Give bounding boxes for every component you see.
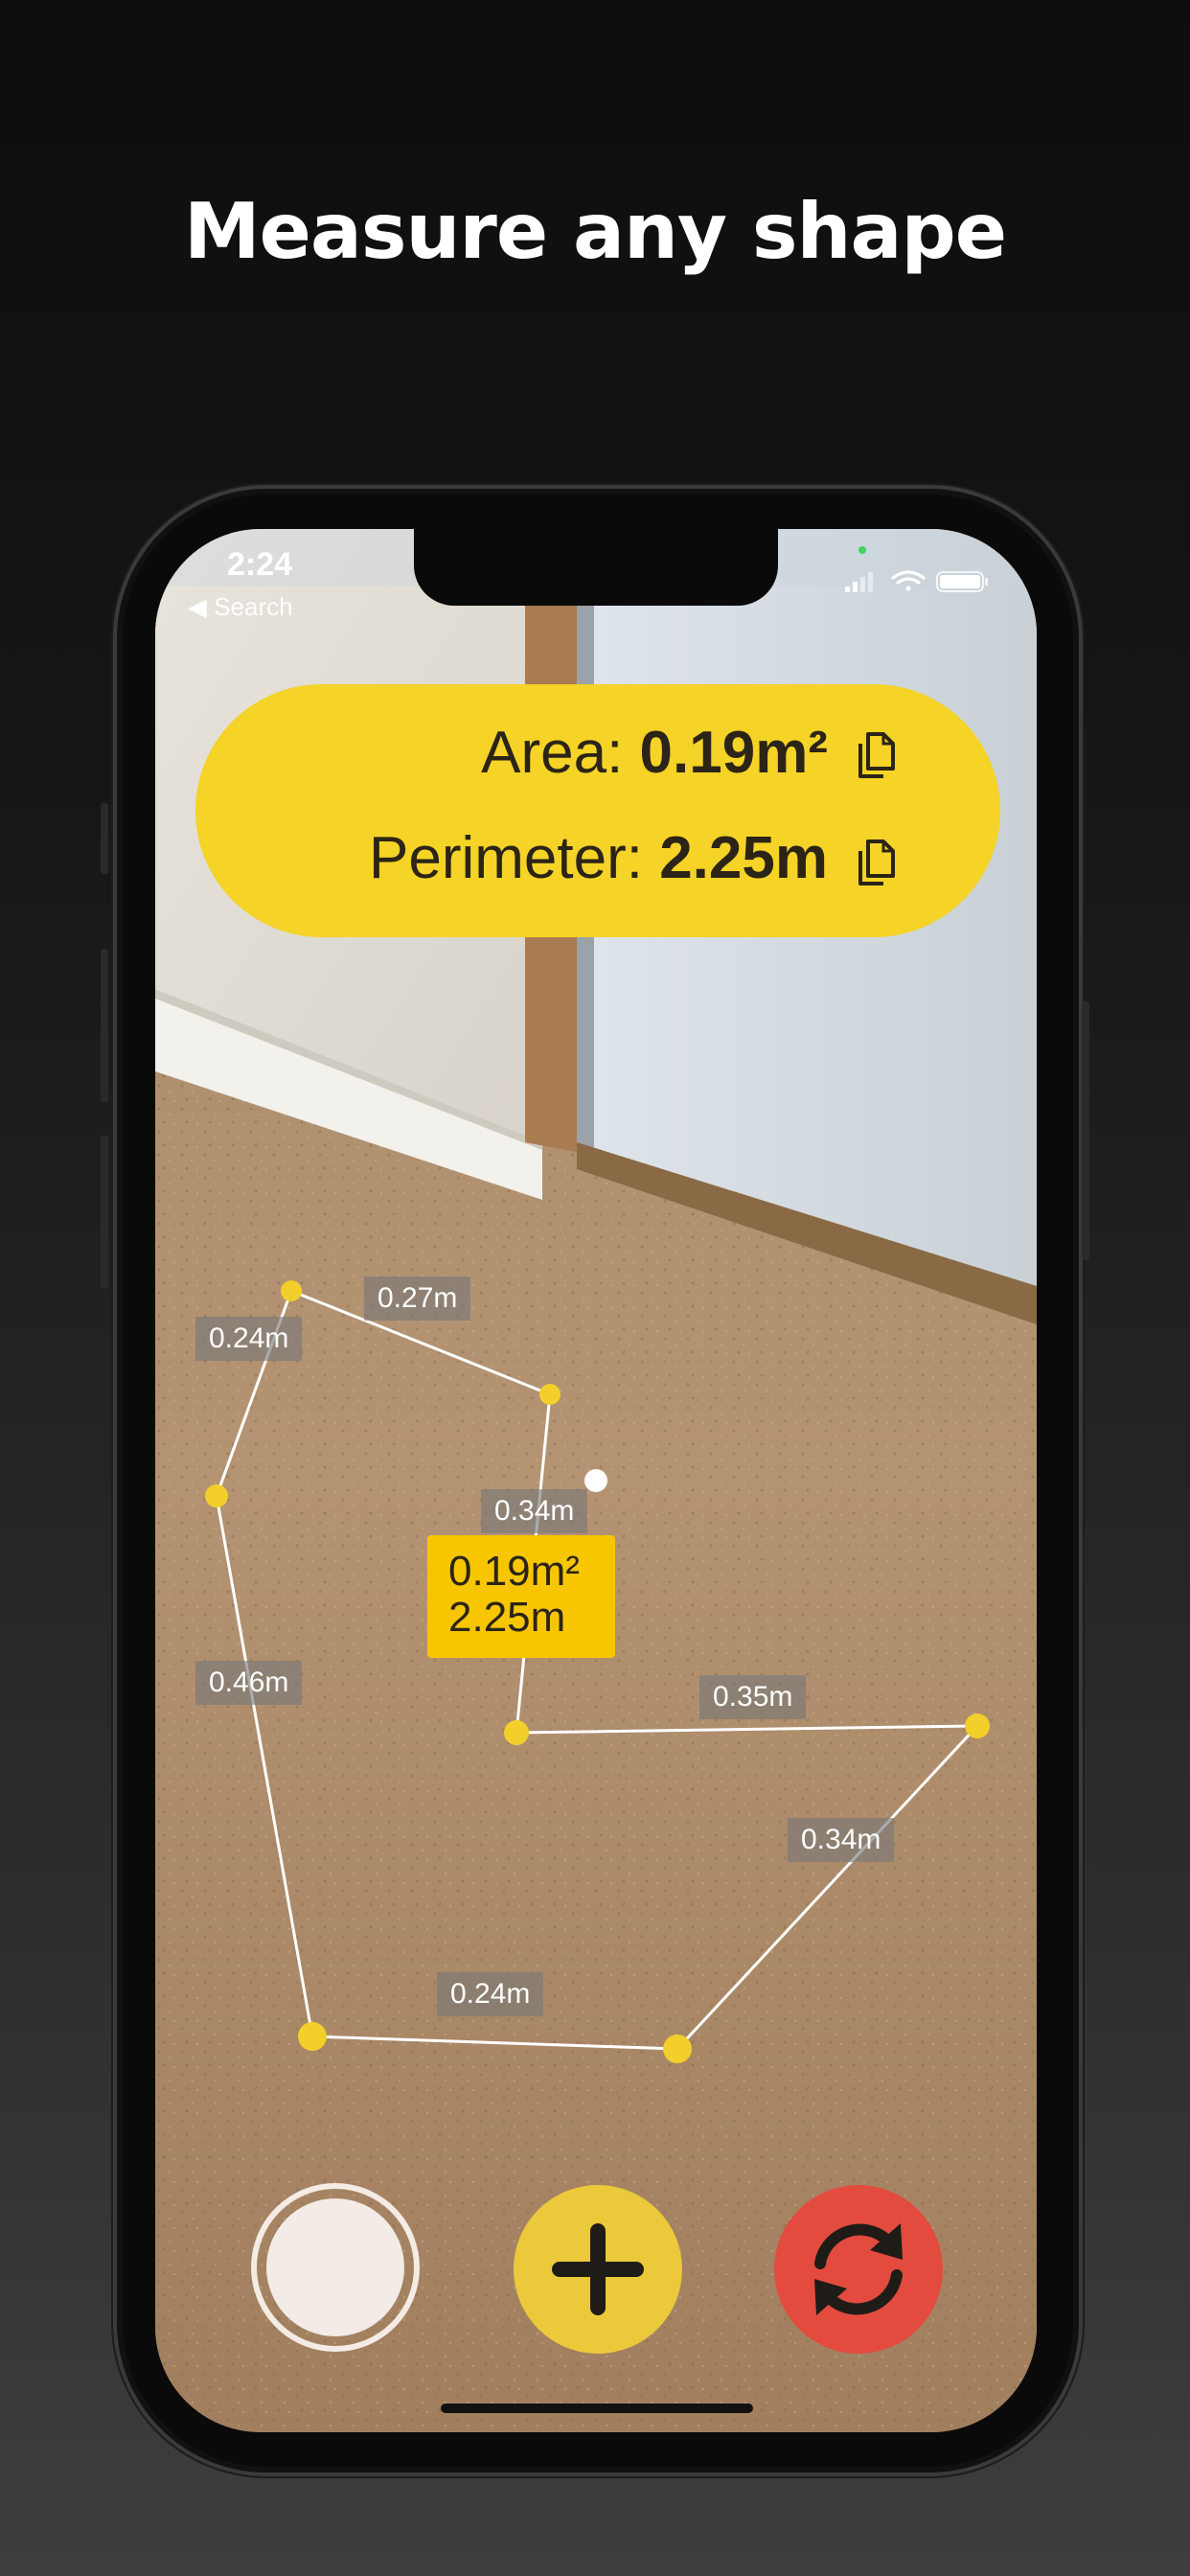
measurement-summary-card: Area: 0.19m² Perimeter: 2.25m [195, 684, 1000, 937]
volume-up-button [101, 949, 108, 1102]
status-icons [845, 570, 988, 592]
refresh-icon [814, 2223, 903, 2315]
copy-perimeter-icon[interactable] [855, 838, 897, 887]
capture-button[interactable] [251, 2183, 420, 2352]
perimeter-label: Perimeter: [368, 825, 643, 891]
measure-point[interactable] [298, 2022, 327, 2051]
add-point-button[interactable] [514, 2185, 682, 2354]
reset-button[interactable] [774, 2185, 943, 2354]
segment-label: 0.35m [699, 1675, 807, 1719]
headline: Measure any shape [184, 187, 1007, 276]
perimeter-value: 2.25m [659, 825, 828, 891]
area-label: Area: [481, 720, 624, 786]
measure-point[interactable] [504, 1720, 529, 1745]
plus-icon [552, 2223, 644, 2315]
shape-area-text: 0.19m² [448, 1548, 580, 1595]
volume-down-button [101, 1136, 108, 1289]
edge-line [675, 1724, 979, 2051]
edge-line [311, 2035, 678, 2051]
back-to-search-link[interactable]: ◀ Search [188, 592, 293, 622]
measure-point[interactable] [281, 1280, 302, 1301]
segment-label: 0.24m [195, 1317, 303, 1361]
power-button [1082, 1001, 1089, 1260]
copy-area-icon[interactable] [855, 730, 897, 780]
home-indicator[interactable] [441, 2404, 753, 2413]
signal-icon [845, 572, 873, 592]
battery-icon [936, 571, 988, 592]
crosshair-dot [584, 1469, 607, 1492]
segment-label: 0.24m [437, 1972, 544, 2016]
shutter-circle [266, 2198, 404, 2336]
area-value: 0.19m² [639, 720, 828, 786]
camera-indicator-icon [858, 546, 866, 554]
perimeter-row: Perimeter: 2.25m [369, 824, 828, 892]
segment-label: 0.34m [481, 1489, 588, 1533]
measure-point[interactable] [539, 1384, 561, 1405]
shape-measurement-label: 0.19m² 2.25m [427, 1535, 615, 1658]
wifi-icon [891, 570, 926, 591]
status-time: 2:24 [227, 546, 293, 583]
edge-line [515, 1724, 978, 1735]
area-row: Area: 0.19m² [481, 719, 828, 787]
measure-point[interactable] [965, 1714, 990, 1738]
edge-line [215, 1495, 314, 2037]
measure-point[interactable] [205, 1484, 228, 1507]
shape-perimeter-text: 2.25m [448, 1594, 566, 1641]
notch [414, 529, 778, 606]
measure-point[interactable] [663, 2035, 692, 2063]
app-screen: 0.27m 0.24m 0.34m 0.46m 0.35m 0.34m 0.24… [155, 529, 1037, 2432]
segment-label: 0.27m [364, 1276, 471, 1321]
segment-label: 0.46m [195, 1661, 303, 1705]
side-button [101, 803, 108, 874]
segment-label: 0.34m [788, 1818, 895, 1862]
